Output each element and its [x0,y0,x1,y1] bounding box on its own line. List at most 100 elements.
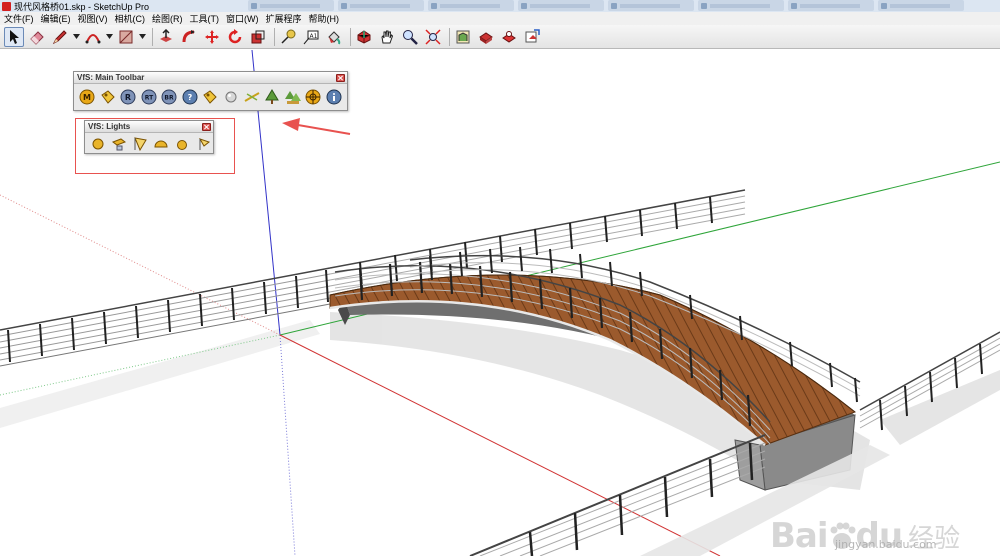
text-label-icon: A1 [303,30,319,44]
sphere-light-button[interactable] [174,136,190,152]
extension-warehouse-button[interactable] [476,27,496,47]
vfs-help-button[interactable]: ? [182,88,199,105]
vfs-material-icon: M [79,89,95,104]
toolbar-separator [152,27,153,46]
vfs-tree-2-icon [284,90,301,104]
scale-tool-button[interactable] [248,27,268,47]
tab-icon [341,2,347,9]
vfs-target-button[interactable] [305,88,322,105]
rectangle-tool-button[interactable] [116,27,136,47]
ghost-tab[interactable] [428,0,514,11]
arc-tool-button[interactable] [83,27,103,47]
taskbar-ghost-tabs [248,0,964,11]
ghost-tab[interactable] [698,0,784,11]
tab-blur [710,3,770,8]
vfs-rt-button[interactable]: RT [141,88,158,105]
zoom-extents-icon [425,28,441,45]
pencil-tool-button[interactable] [50,27,70,47]
dome-light-icon [154,140,168,148]
pencil-dropdown[interactable] [73,27,80,47]
ghost-tab[interactable] [878,0,964,11]
ghost-tab[interactable] [248,0,334,11]
tab-icon [521,2,527,9]
dome-light-button[interactable] [153,136,169,152]
vfs-info-button[interactable] [325,88,342,105]
vfs-material-button[interactable]: M [79,88,96,105]
ghost-tab[interactable] [518,0,604,11]
ies-light-button[interactable] [195,136,211,152]
pencil-line-icon [52,29,67,44]
vfs-info-icon [326,89,342,104]
menu-edit[interactable]: 编辑(E) [41,12,71,25]
rectangle-icon [119,30,133,43]
menu-window[interactable]: 窗口(W) [226,12,259,25]
omni-light-button[interactable] [90,136,106,152]
vfs-main-toolbar-header[interactable]: VfS: Main Toolbar [74,72,347,84]
vfs-tag-2-button[interactable] [202,88,219,105]
menu-draw[interactable]: 绘图(R) [152,12,183,25]
rect-light-button[interactable] [111,136,127,152]
pan-hand-icon [381,30,394,43]
tape-measure-tool-button[interactable] [278,27,298,47]
vfs-render-button[interactable]: R [120,88,137,105]
pan-tool-button[interactable] [377,27,397,47]
left-walkway-railing [0,267,331,367]
vfs-lights-toolbar-close-icon[interactable] [202,122,211,131]
rotate-icon [228,28,242,43]
chevron-down-icon [73,34,80,39]
spot-light-button[interactable] [132,136,148,152]
vfs-tree-button[interactable] [264,88,281,105]
eraser-tool-button[interactable] [27,27,47,47]
text-tool-button[interactable]: A1 [301,27,321,47]
select-tool-button[interactable] [4,26,24,47]
ghost-tab[interactable] [788,0,874,11]
move-icon [205,29,219,44]
rotate-tool-button[interactable] [225,27,245,47]
vfs-tree-2-button[interactable] [284,88,301,105]
arc-dropdown[interactable] [106,27,113,47]
toolbar-separator [350,27,351,46]
eraser-icon [30,30,44,45]
blue-axis-dotted [279,334,296,556]
menu-file[interactable]: 文件(F) [4,12,34,25]
vfs-main-toolbar-title: VfS: Main Toolbar [77,73,145,82]
tab-blur [440,3,500,8]
vfs-lights-toolbar-header[interactable]: VfS: Lights [85,121,213,133]
toolbar-separator [274,27,275,46]
window-title: 现代风格桥01.skp - SketchUp Pro [14,1,150,12]
vfs-br-button[interactable]: BR [161,88,178,105]
vfs-sphere-button[interactable] [223,88,240,105]
layout-icon [502,30,516,43]
menu-tools[interactable]: 工具(T) [190,12,220,25]
rectangle-dropdown[interactable] [139,27,146,47]
vfs-tag-button[interactable] [100,88,117,105]
zoom-tool-button[interactable] [400,27,420,47]
scale-icon [251,30,265,43]
vfs-tree-icon [265,88,279,104]
menu-extensions[interactable]: 扩展程序 [266,12,302,25]
vfs-main-toolbar: VfS: Main Toolbar M R RT BR ? [73,71,348,111]
tab-blur [530,3,590,8]
menu-view[interactable]: 视图(V) [78,12,108,25]
paint-bucket-tool-button[interactable] [324,27,344,47]
window-titlebar: 现代风格桥01.skp - SketchUp Pro [0,0,1000,12]
move-tool-button[interactable] [202,27,222,47]
zoom-icon [403,29,418,45]
warehouse-icon [456,30,470,43]
paint-bucket-icon [328,30,341,44]
zoom-extents-tool-button[interactable] [423,27,443,47]
menu-help[interactable]: 帮助(H) [309,12,340,25]
modeling-viewport[interactable]: VfS: Main Toolbar M R RT BR ? VfS: Light… [0,50,1000,556]
ghost-tab[interactable] [608,0,694,11]
layout-button[interactable] [499,27,519,47]
tab-blur [260,3,320,8]
vfs-main-toolbar-close-icon[interactable] [336,73,345,82]
menu-camera[interactable]: 相机(C) [115,12,146,25]
push-pull-tool-button[interactable] [156,27,176,47]
follow-me-tool-button[interactable] [179,27,199,47]
ghost-tab[interactable] [338,0,424,11]
vfs-sun-button[interactable] [243,88,260,105]
send-to-layout-button[interactable] [522,27,542,47]
orbit-tool-button[interactable] [354,27,374,47]
warehouse-button[interactable] [453,27,473,47]
